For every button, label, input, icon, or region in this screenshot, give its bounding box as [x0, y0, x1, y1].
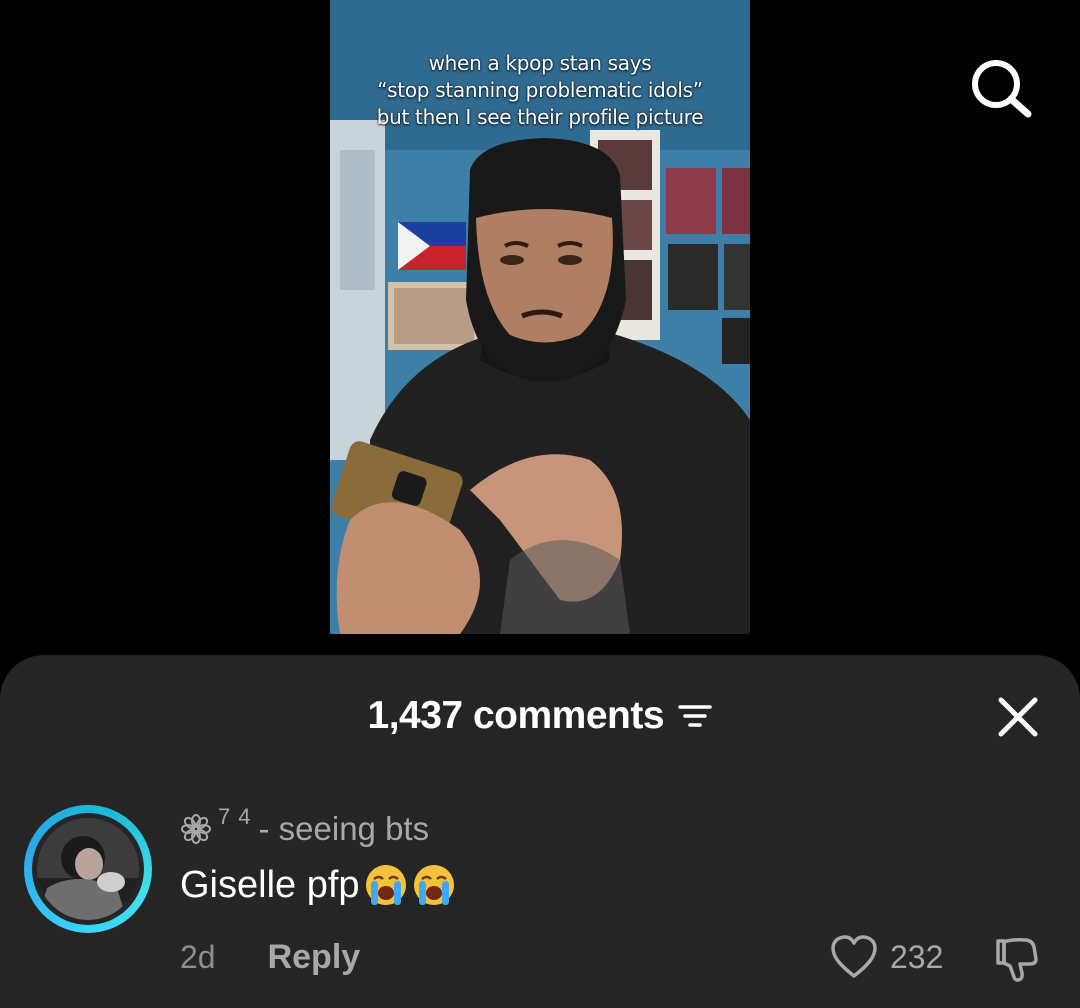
caption-line: “stop stanning problematic idols” [377, 78, 703, 102]
loudly-crying-emoji-icon [365, 865, 406, 905]
sort-button[interactable] [678, 701, 713, 731]
like-count: 232 [890, 938, 944, 975]
avatar[interactable] [24, 805, 152, 933]
reply-button[interactable]: Reply [268, 938, 361, 977]
avatar-image [37, 818, 139, 920]
dislike-icon [996, 938, 1038, 982]
video-caption: when a kpop stan says “stop stanning pro… [330, 50, 750, 131]
avatar-photo [37, 818, 139, 920]
caption-line: but then I see their profile picture [376, 105, 704, 129]
search-icon [972, 60, 1032, 118]
loudly-crying-emoji-icon [413, 865, 454, 905]
badge-superscript: 7 [218, 804, 231, 829]
dislike-button[interactable] [990, 933, 1042, 985]
comment-text: Giselle pfp [180, 863, 456, 907]
sort-icon [678, 705, 713, 727]
caption-line: when a kpop stan says [428, 51, 652, 75]
comment-count: 1,437 comments [367, 694, 665, 737]
comment-body: Giselle pfp [180, 863, 360, 906]
like-button[interactable]: 232 [830, 933, 943, 981]
heart-icon [831, 935, 877, 978]
comment-username[interactable]: 7 4 - seeing bts [180, 804, 430, 849]
comment-time: 2d [180, 938, 216, 975]
video-player[interactable]: when a kpop stan says “stop stanning pro… [0, 0, 1080, 700]
avatar-inner [32, 813, 144, 925]
comments-sheet: 1,437 comments 7 4 - seeing bts Giselle … [0, 655, 1080, 1008]
badge-superscript: 4 [238, 804, 251, 829]
username-text: - seeing bts [258, 810, 430, 847]
search-button[interactable] [966, 52, 1036, 122]
close-icon [998, 697, 1038, 737]
close-button[interactable] [996, 695, 1040, 739]
comment-item: 7 4 - seeing bts Giselle pfp 2d Reply 23… [0, 804, 1080, 1005]
comment-meta: 2d Reply [180, 935, 360, 979]
flower-icon [181, 814, 211, 844]
comments-header: 1,437 comments [0, 691, 1080, 741]
video-frame[interactable]: when a kpop stan says “stop stanning pro… [330, 0, 750, 634]
